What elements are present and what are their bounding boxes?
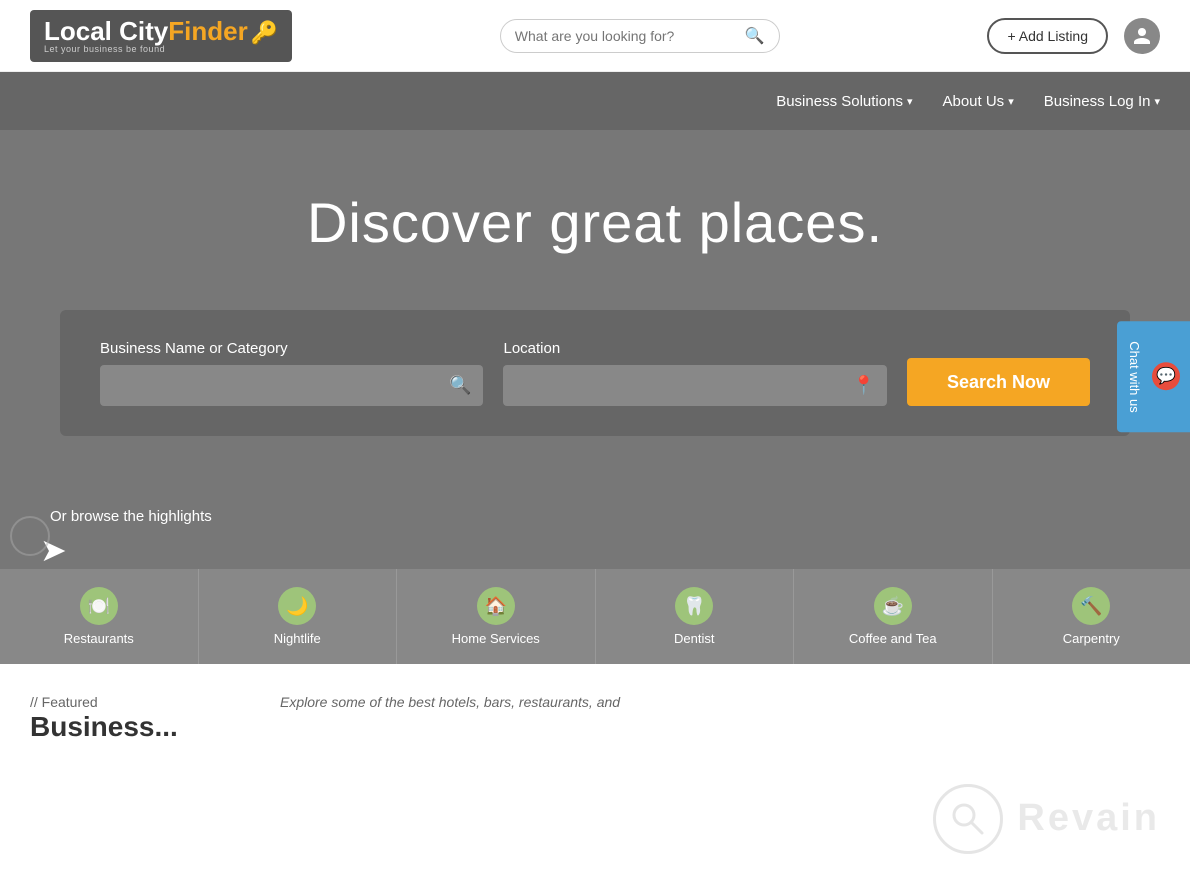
logo-local: Local [44, 16, 119, 46]
revain-logo-circle [933, 784, 1003, 854]
category-field: Business Name or Category 🔍 [100, 340, 483, 406]
browse-highlights-label: Or browse the highlights [30, 506, 212, 527]
logo-finder: Finder [168, 16, 247, 46]
browse-arrow-icon: ➤ [30, 531, 212, 569]
category-item-nightlife[interactable]: 🌙 Nightlife [199, 569, 398, 664]
decorative-circle [10, 516, 50, 556]
nav-bar: Business Solutions ▾ About Us ▾ Business… [0, 72, 1190, 130]
browse-section: Or browse the highlights ➤ [0, 486, 1190, 569]
header-search-icon: 🔍 [745, 26, 765, 46]
nav-item-business-solutions[interactable]: Business Solutions ▾ [776, 85, 912, 118]
category-item-restaurants[interactable]: 🍽️ Restaurants [0, 569, 199, 664]
logo-city: City [119, 16, 168, 46]
logo-key-icon: 🔑 [251, 20, 278, 45]
nightlife-icon: 🌙 [278, 587, 316, 625]
header-search-bar[interactable]: 🔍 [500, 19, 780, 53]
chat-label: Chat with us [1127, 341, 1142, 413]
category-label-coffee-tea: Coffee and Tea [849, 631, 937, 646]
featured-title: Business... [30, 710, 250, 744]
user-icon [1132, 26, 1152, 46]
chat-widget[interactable]: 💬 Chat with us [1117, 321, 1190, 433]
category-bar: 🍽️ Restaurants 🌙 Nightlife 🏠 Home Servic… [0, 569, 1190, 664]
category-input[interactable] [100, 365, 483, 406]
featured-description: Explore some of the best hotels, bars, r… [280, 694, 620, 744]
category-item-coffee-tea[interactable]: ☕ Coffee and Tea [794, 569, 993, 664]
search-section: Business Name or Category 🔍 Location 📍 S… [0, 310, 1190, 486]
featured-left: // Featured Business... [30, 694, 250, 744]
category-item-home-services[interactable]: 🏠 Home Services [397, 569, 596, 664]
category-label: Business Name or Category [100, 340, 483, 357]
chevron-down-icon: ▾ [907, 95, 913, 108]
logo[interactable]: Local CityFinder🔑 Let your business be f… [30, 10, 292, 62]
carpentry-icon: 🔨 [1072, 587, 1110, 625]
add-listing-button[interactable]: + Add Listing [987, 18, 1108, 54]
chevron-down-icon: ▾ [1154, 95, 1160, 108]
revain-text: Revain [1017, 797, 1160, 840]
featured-desc-text: Explore some of the best hotels, bars, r… [280, 694, 620, 710]
search-box: Business Name or Category 🔍 Location 📍 S… [60, 310, 1130, 436]
chat-notification-dot: 💬 [1152, 362, 1180, 390]
revain-search-icon [950, 801, 986, 837]
header-search-input[interactable] [515, 28, 739, 44]
category-label-dentist: Dentist [674, 631, 714, 646]
revain-watermark: Revain [0, 764, 1190, 874]
location-pin-icon: 📍 [853, 375, 875, 396]
featured-section: // Featured Business... Explore some of … [0, 664, 1190, 764]
nav-item-about-us[interactable]: About Us ▾ [942, 85, 1013, 118]
location-field: Location 📍 [503, 340, 886, 406]
user-account-icon[interactable] [1124, 18, 1160, 54]
search-icon: 🔍 [449, 375, 471, 396]
home-services-icon: 🏠 [477, 587, 515, 625]
coffee-tea-icon: ☕ [874, 587, 912, 625]
category-label-carpentry: Carpentry [1063, 631, 1120, 646]
hero-section: Discover great places. [0, 130, 1190, 310]
category-item-carpentry[interactable]: 🔨 Carpentry [993, 569, 1190, 664]
dentist-icon: 🦷 [675, 587, 713, 625]
hero-title: Discover great places. [30, 190, 1160, 255]
restaurants-icon: 🍽️ [80, 587, 118, 625]
header: Local CityFinder🔑 Let your business be f… [0, 0, 1190, 72]
search-now-button[interactable]: Search Now [907, 358, 1090, 406]
category-label-home-services: Home Services [452, 631, 540, 646]
chevron-down-icon: ▾ [1008, 95, 1014, 108]
category-label-nightlife: Nightlife [274, 631, 321, 646]
featured-tag: // Featured [30, 694, 250, 710]
nav-item-business-login[interactable]: Business Log In ▾ [1044, 85, 1160, 118]
location-label: Location [503, 340, 886, 357]
header-right: + Add Listing [987, 18, 1160, 54]
category-label-restaurants: Restaurants [64, 631, 134, 646]
location-input[interactable] [503, 365, 886, 406]
category-item-dentist[interactable]: 🦷 Dentist [596, 569, 795, 664]
